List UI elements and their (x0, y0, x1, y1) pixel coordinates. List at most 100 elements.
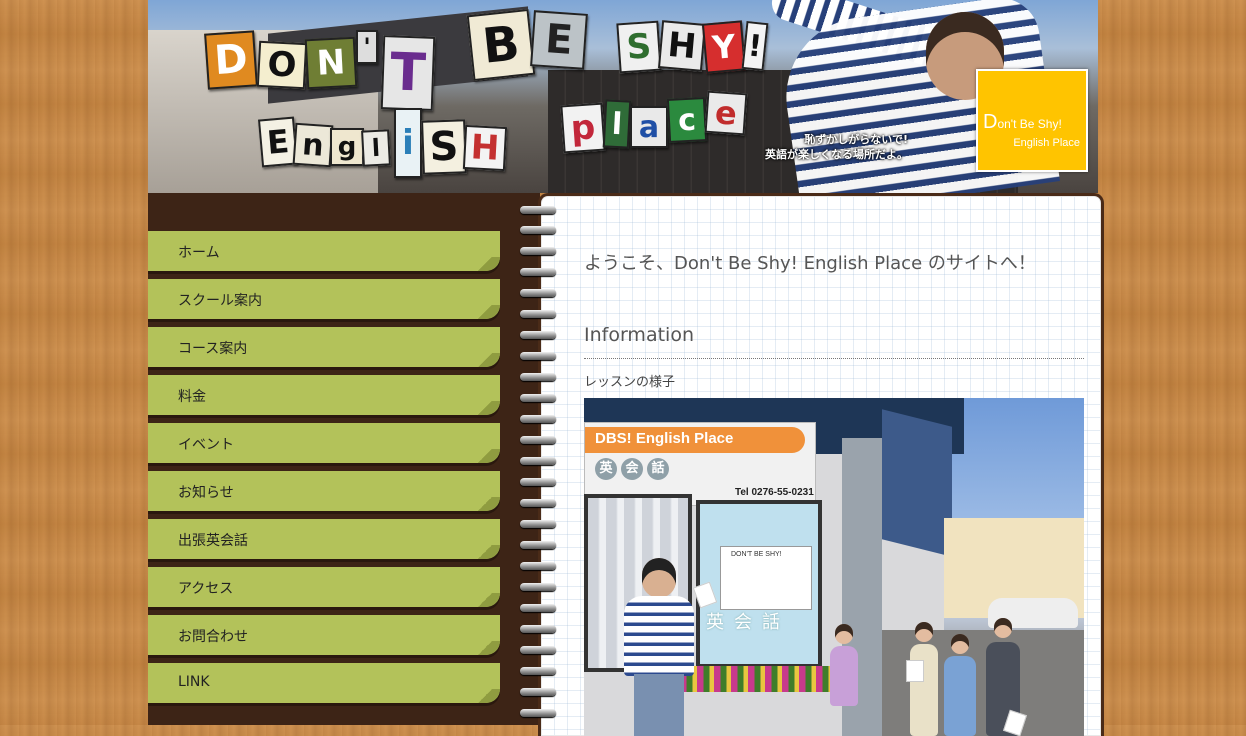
sidebar-item-label: 出張英会話 (178, 533, 248, 549)
sign-kanji-char: 英 (595, 458, 617, 480)
logo-letter: a (630, 106, 668, 148)
logo-letter: B (466, 8, 536, 82)
lesson-caption: レッスンの様子 (584, 375, 676, 390)
spiral-ring (520, 289, 556, 297)
heading-divider (584, 358, 1084, 359)
teacher-body (624, 596, 694, 676)
logo-letter: S (616, 20, 662, 74)
spiral-ring (520, 310, 556, 318)
sidebar-item-fees[interactable]: 料金 (148, 375, 500, 415)
spiral-ring (520, 667, 556, 675)
logo-letter: p (560, 102, 606, 154)
spiral-ring (520, 206, 556, 214)
teacher-legs (634, 674, 684, 736)
spiral-ring (520, 688, 556, 696)
sidebar-item-access[interactable]: アクセス (148, 567, 500, 607)
photo-teacher (624, 558, 694, 736)
spiral-ring (520, 247, 556, 255)
notebook-spiral (520, 200, 560, 725)
sidebar-item-link[interactable]: LINK (148, 663, 500, 703)
spiral-ring (520, 646, 556, 654)
page-wrapper: D O N ' T B E S H Y ! E n g l i S H p l … (148, 0, 1104, 736)
sidebar-item-label: イベント (178, 437, 234, 453)
spiral-ring (520, 625, 556, 633)
logo-letter: n (292, 122, 334, 168)
logo-letter: c (666, 97, 708, 143)
sidebar-item-visiting-lessons[interactable]: 出張英会話 (148, 519, 500, 559)
photo-poster-title: DON'T BE SHY! (731, 551, 782, 558)
spiral-ring (520, 457, 556, 465)
logo-letter: l (361, 129, 391, 167)
logo-letter: e (704, 90, 748, 136)
spiral-ring (520, 373, 556, 381)
sidebar-item-label: お問合わせ (178, 629, 248, 645)
sidebar-item-label: 料金 (178, 389, 206, 405)
logo-letter: l (602, 99, 632, 149)
photo-sign-tel: Tel 0276-55-0231 (735, 487, 814, 498)
sidebar-item-school[interactable]: スクール案内 (148, 279, 500, 319)
site-logo[interactable]: Don't Be Shy! English Place (976, 69, 1088, 172)
logo-letter: D (204, 30, 258, 90)
photo-child-head (915, 622, 933, 642)
logo-line-1: Don't Be Shy! (983, 111, 1062, 134)
photo-window-text: 英会話 (706, 612, 790, 633)
photo-child (910, 644, 938, 736)
sidebar-item-contact[interactable]: お問合わせ (148, 615, 500, 655)
banner-tagline: 恥ずかしがらないで! 英語が楽しくなる場所だよ。 (708, 132, 908, 162)
sidebar-item-label: コース案内 (178, 341, 248, 357)
logo-line-1-text: on't Be Shy! (997, 117, 1062, 131)
sign-kanji-char: 話 (647, 458, 669, 480)
logo-initial: D (983, 111, 998, 133)
spiral-ring (520, 436, 556, 444)
sidebar-item-home[interactable]: ホーム (148, 231, 500, 271)
tagline-line-2: 英語が楽しくなる場所だよ。 (765, 148, 908, 161)
photo-child-head (835, 624, 853, 644)
header-banner: D O N ' T B E S H Y ! E n g l i S H p l … (148, 0, 1098, 193)
logo-letter: H (462, 124, 508, 172)
spiral-ring (520, 226, 556, 234)
photo-paper (906, 660, 924, 682)
photo-poster: DON'T BE SHY! (720, 546, 812, 610)
spiral-ring (520, 562, 556, 570)
spiral-ring (520, 709, 556, 717)
spiral-ring (520, 268, 556, 276)
logo-letter: E (530, 10, 588, 70)
sidebar-item-label: LINK (178, 674, 210, 690)
photo-flowers (680, 666, 830, 692)
sidebar-item-courses[interactable]: コース案内 (148, 327, 500, 367)
logo-letter: ' (356, 30, 378, 64)
spiral-ring (520, 352, 556, 360)
lesson-photo: DBS! English Place 英会話 Tel 0276-55-0231 … (584, 398, 1084, 736)
logo-letter: g (330, 128, 364, 166)
sidebar-item-events[interactable]: イベント (148, 423, 500, 463)
spiral-ring (520, 331, 556, 339)
logo-letter: Y (701, 20, 747, 74)
photo-child (830, 646, 858, 706)
spiral-ring (520, 541, 556, 549)
sidebar-item-label: アクセス (178, 581, 234, 597)
logo-letter: H (657, 20, 707, 72)
spiral-ring (520, 394, 556, 402)
logo-line-2: English Place (1013, 137, 1080, 149)
sidebar-item-news[interactable]: お知らせ (148, 471, 500, 511)
teacher-head (642, 558, 676, 598)
spiral-ring (520, 499, 556, 507)
logo-letter: T (380, 35, 436, 111)
spiral-ring (520, 604, 556, 612)
main-content: ようこそ、Don't Be Shy! English Place のサイトへ！ … (538, 193, 1104, 736)
sidebar: ホーム スクール案内 コース案内 料金 イベント お知らせ 出張英会話 アクセス… (148, 193, 540, 725)
sidebar-item-label: ホーム (178, 245, 220, 261)
sidebar-item-label: スクール案内 (178, 293, 262, 309)
photo-child (944, 656, 976, 736)
logo-letter: S (421, 119, 467, 175)
spiral-ring (520, 415, 556, 423)
logo-letter: O (256, 40, 308, 90)
logo-letter: ! (741, 20, 769, 72)
spiral-ring (520, 583, 556, 591)
photo-child-head (951, 634, 969, 654)
sidebar-item-label: お知らせ (178, 485, 234, 501)
logo-letter: i (394, 108, 422, 178)
welcome-heading: ようこそ、Don't Be Shy! English Place のサイトへ！ (584, 253, 1036, 274)
logo-letter: N (304, 36, 358, 90)
information-heading: Information (584, 324, 694, 346)
